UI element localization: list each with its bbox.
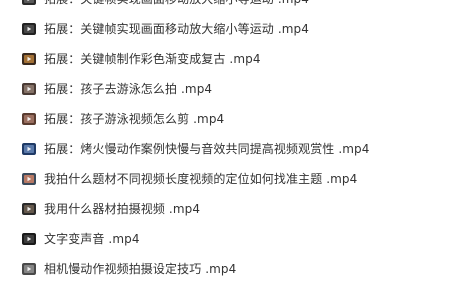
video-thumb-icon [22,263,36,275]
list-item[interactable]: 相机慢动作视频拍摄设定技巧 .mp4 [0,254,458,284]
video-thumb-icon [22,173,36,185]
list-item[interactable]: 拓展：烤火慢动作案例快慢与音效共同提高视频观赏性 .mp4 [0,134,458,164]
file-name: 拓展：关键帧制作彩色渐变成复古 .mp4 [44,52,261,66]
file-name: 拓展：烤火慢动作案例快慢与音效共同提高视频观赏性 .mp4 [44,142,370,156]
video-thumb-icon [22,83,36,95]
list-item[interactable]: 拓展：孩子去游泳怎么拍 .mp4 [0,74,458,104]
list-item[interactable]: 我拍什么题材不同视频长度视频的定位如何找准主题 .mp4 [0,164,458,194]
list-item[interactable]: 拓展：孩子游泳视频怎么剪 .mp4 [0,104,458,134]
video-thumb-icon [22,23,36,35]
list-item[interactable]: 我用什么器材拍摄视频 .mp4 [0,194,458,224]
file-name: 拓展：孩子游泳视频怎么剪 .mp4 [44,112,225,126]
list-item[interactable]: 拓展：关键帧制作彩色渐变成复古 .mp4 [0,44,458,74]
file-name: 我拍什么题材不同视频长度视频的定位如何找准主题 .mp4 [44,172,358,186]
file-name: 拓展：孩子去游泳怎么拍 .mp4 [44,82,213,96]
video-thumb-icon [22,233,36,245]
file-name: 拓展：关键帧实现画面移动放大缩小等运动 .mp4 [44,0,309,14]
file-name: 相机慢动作视频拍摄设定技巧 .mp4 [44,262,237,276]
list-item[interactable]: 文字变声音 .mp4 [0,224,458,254]
list-item[interactable]: 拓展：关键帧实现画面移动放大缩小等运动 .mp4 [0,0,458,14]
video-thumb-icon [22,53,36,65]
list-item[interactable]: 拓展：关键帧实现画面移动放大缩小等运动 .mp4 [0,14,458,44]
file-name: 我用什么器材拍摄视频 .mp4 [44,202,201,216]
video-thumb-icon [22,143,36,155]
video-thumb-icon [22,113,36,125]
video-thumb-icon [22,0,36,5]
video-thumb-icon [22,203,36,215]
file-name: 拓展：关键帧实现画面移动放大缩小等运动 .mp4 [44,22,309,36]
file-name: 文字变声音 .mp4 [44,232,140,246]
file-list: 拓展：关键帧实现画面移动放大缩小等运动 .mp4 拓展：关键帧实现画面移动放大缩… [0,0,458,284]
